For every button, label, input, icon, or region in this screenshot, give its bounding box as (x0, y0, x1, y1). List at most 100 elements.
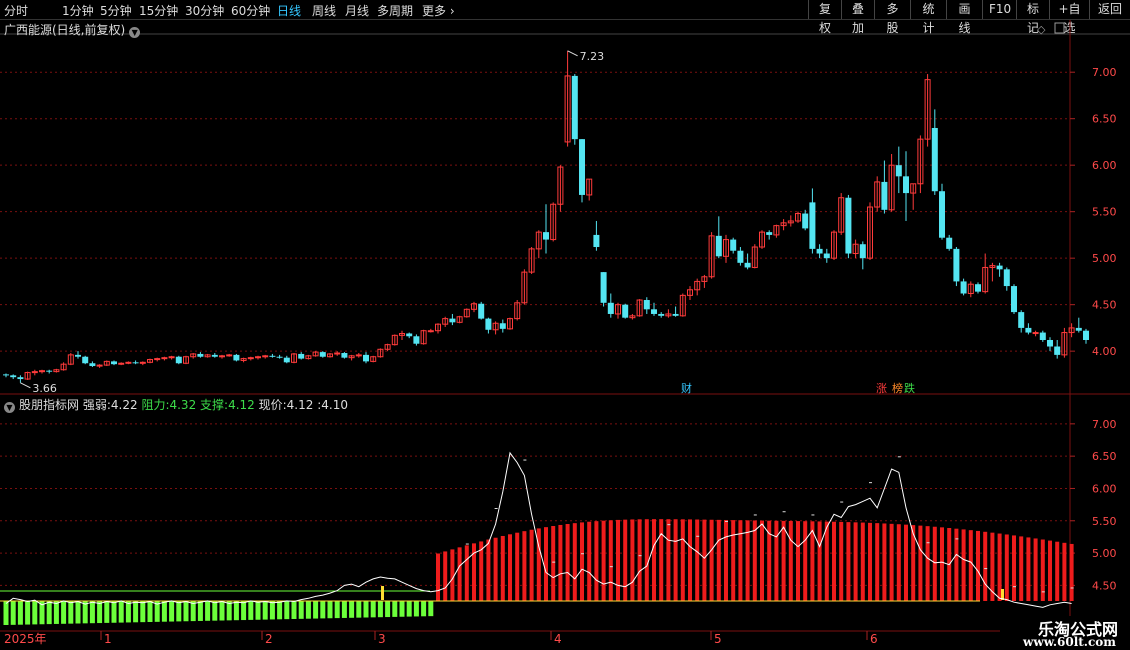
candle-body-113 (816, 248, 823, 254)
fall-marker[interactable]: 跌 (904, 380, 915, 396)
strength-dash-72 (523, 459, 527, 461)
support-label: 支撑: (200, 398, 229, 412)
support-bar-49 (356, 601, 362, 618)
support-bar-51 (370, 601, 376, 618)
strength-dash-116 (840, 501, 844, 503)
resistance-bar-68 (493, 537, 498, 601)
resistance-bar-129 (932, 526, 937, 601)
strength-dash-88 (638, 555, 642, 557)
resistance-bar-128 (925, 526, 930, 601)
candle-body-114 (823, 253, 830, 259)
support-bar-12 (89, 601, 95, 624)
stock-chart[interactable]: 7.00 6.50 6.00 5.50 5.00 4.50 4.00 7.23 3.66 ◇ 7.0… (0, 0, 1130, 650)
resistance-bar-145 (1048, 540, 1052, 601)
support-bar-56 (406, 601, 412, 617)
candle-body-31 (226, 354, 233, 357)
resistance-bar-93 (673, 519, 678, 601)
stock-dropdown-icon[interactable]: ▼ (129, 27, 141, 38)
strength-dash-132 (955, 538, 959, 540)
support-bar-48 (349, 601, 355, 618)
support-bar-19 (140, 601, 146, 623)
indicator-name: 股朋指标网 (19, 398, 80, 412)
resistance-bar-122 (882, 523, 887, 601)
resistance-bar-147 (1062, 542, 1067, 601)
resistance-bar-118 (853, 522, 858, 601)
candle-body-101 (730, 239, 737, 251)
support-bar-40 (291, 601, 297, 619)
resistance-bar-107 (774, 520, 779, 601)
candle-body-32 (233, 354, 240, 361)
candle-body-99 (715, 235, 722, 257)
strength-dash-120 (869, 482, 872, 484)
resistance-bar-82 (594, 521, 599, 601)
resistance-bar-146 (1055, 541, 1060, 601)
candle-body-23 (168, 356, 175, 359)
candle-body-67 (485, 318, 492, 330)
price-value-2: 4.10 (321, 398, 348, 412)
support-bar-29 (212, 601, 218, 621)
resistance-bar-91 (659, 519, 664, 601)
resistance-bar-141 (1019, 536, 1024, 601)
resistance-bar-127 (918, 525, 923, 601)
candle-body-150 (1083, 330, 1089, 340)
resistance-bar-75 (544, 527, 548, 601)
resistance-bar-115 (832, 521, 836, 601)
support-bar-25 (183, 601, 189, 622)
indicator-dropdown-icon[interactable]: ▼ (4, 402, 15, 413)
main-tick-label-4: 5.00 (1092, 252, 1117, 265)
support-bar-58 (421, 601, 427, 617)
resistance-bar-136 (983, 531, 988, 601)
ranking-marker[interactable]: 榜 (892, 380, 903, 396)
candle-body-75 (543, 232, 549, 240)
signal-marker-1 (381, 586, 384, 600)
resistance-bar-94 (680, 519, 685, 601)
time-month-label-1: 2 (265, 632, 273, 646)
main-tick-label-5: 4.50 (1092, 299, 1117, 312)
strength-dash-80 (581, 553, 584, 555)
strength-dash-68 (494, 508, 498, 509)
candle-body-5 (39, 370, 45, 373)
resistance-bar-135 (976, 530, 980, 601)
strength-label: 强弱: (82, 398, 111, 412)
candle-body-103 (744, 262, 751, 268)
support-bar-53 (385, 601, 391, 618)
support-bar-18 (133, 601, 139, 623)
support-bar-34 (248, 601, 254, 620)
resistance-bar-113 (817, 521, 822, 601)
rise-marker[interactable]: 涨 (876, 380, 887, 396)
financial-event-marker[interactable]: 财 (681, 380, 692, 396)
resistance-bar-106 (767, 520, 772, 601)
candle-body-130 (939, 191, 945, 238)
candle-body-16 (118, 362, 125, 365)
time-month-label-0: 1 (104, 632, 112, 646)
candle-body-146 (1054, 346, 1061, 355)
candle-body-86 (622, 304, 629, 318)
price-label: 现价: (258, 398, 287, 412)
candle-body-1 (10, 375, 17, 378)
candle-body-117 (845, 197, 852, 254)
candle-body-132 (953, 248, 960, 282)
support-bar-39 (284, 601, 290, 620)
candle-body-89 (643, 300, 650, 310)
resistance-bar-119 (860, 522, 865, 601)
resistance-bar-77 (558, 524, 563, 601)
resistance-bar-78 (565, 524, 570, 601)
support-value: 4.12 (228, 398, 255, 412)
support-bar-38 (277, 601, 283, 620)
resistance-bar-123 (889, 523, 894, 601)
resistance-bar-143 (1033, 538, 1038, 601)
support-bar-24 (176, 601, 182, 622)
strength-dash-136 (984, 568, 988, 570)
candle-body-83 (600, 272, 607, 303)
strength-dash-140 (1013, 586, 1016, 588)
resistance-bar-139 (1004, 534, 1009, 601)
panel-maximize-icon (1054, 22, 1065, 34)
strength-dash-76 (552, 561, 556, 563)
candle-body-49 (355, 354, 362, 357)
candle-body-143 (1032, 332, 1039, 335)
support-bar-35 (255, 601, 261, 620)
candle-body-47 (341, 353, 348, 358)
candle-body-41 (298, 353, 305, 359)
support-bar-30 (219, 601, 225, 621)
candle-body-93 (672, 313, 679, 316)
